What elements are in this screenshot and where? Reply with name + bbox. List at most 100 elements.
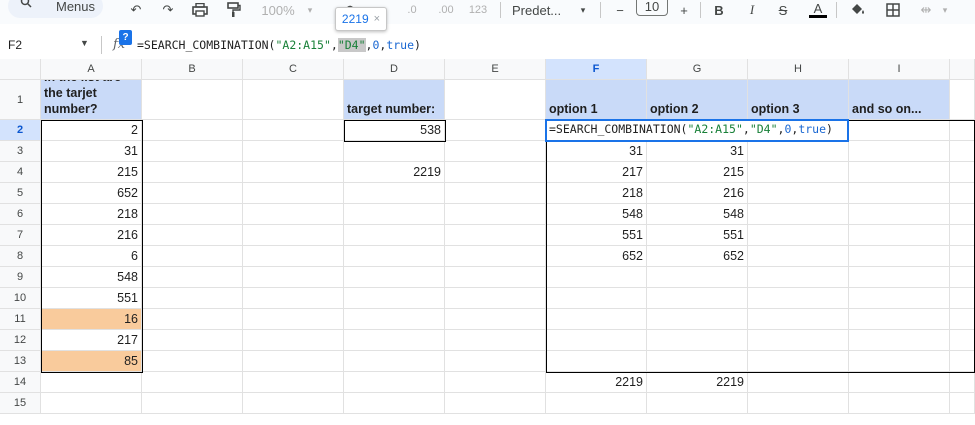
cell-c8[interactable] <box>243 246 344 267</box>
cell-d9[interactable] <box>344 267 445 288</box>
cell-e4[interactable] <box>445 162 546 183</box>
cell-i11[interactable] <box>849 309 950 330</box>
cell-overflow[interactable] <box>950 267 975 288</box>
cell-overflow[interactable] <box>950 288 975 309</box>
cell-b13[interactable] <box>142 351 243 372</box>
cell-overflow[interactable] <box>950 309 975 330</box>
cell-f10[interactable] <box>546 288 647 309</box>
row-header-8[interactable]: 8 <box>0 246 41 267</box>
row-header-9[interactable]: 9 <box>0 267 41 288</box>
cell-c7[interactable] <box>243 225 344 246</box>
merge-cells-icon[interactable]: ⇹ <box>916 0 936 20</box>
cell-c4[interactable] <box>243 162 344 183</box>
cell-a10[interactable]: 551 <box>41 288 142 309</box>
column-header-f[interactable]: F <box>546 59 647 80</box>
cell-i3[interactable] <box>849 141 950 162</box>
cell-f1[interactable]: option 1 <box>546 80 647 120</box>
cell-b10[interactable] <box>142 288 243 309</box>
cell-h7[interactable] <box>748 225 849 246</box>
increase-decimal-icon[interactable]: .00 <box>433 0 459 20</box>
cell-h6[interactable] <box>748 204 849 225</box>
font-size-input[interactable]: 10 <box>636 0 668 16</box>
cell-i6[interactable] <box>849 204 950 225</box>
close-icon[interactable]: × <box>374 13 380 25</box>
italic-icon[interactable]: I <box>745 0 759 20</box>
column-header-c[interactable]: C <box>243 59 344 80</box>
cell-c1[interactable] <box>243 80 344 120</box>
cell-d10[interactable] <box>344 288 445 309</box>
borders-icon[interactable] <box>884 0 902 20</box>
cell-g8[interactable]: 652 <box>647 246 748 267</box>
cell-b2[interactable] <box>142 120 243 141</box>
cell-d8[interactable] <box>344 246 445 267</box>
row-header-3[interactable]: 3 <box>0 141 41 162</box>
row-header-2[interactable]: 2 <box>0 120 41 141</box>
cell-i5[interactable] <box>849 183 950 204</box>
cell-overflow[interactable] <box>950 183 975 204</box>
cell-a2[interactable]: 2 <box>41 120 142 141</box>
cell-a9[interactable]: 548 <box>41 267 142 288</box>
cell-g12[interactable] <box>647 330 748 351</box>
cell-g9[interactable] <box>647 267 748 288</box>
cell-overflow[interactable] <box>950 141 975 162</box>
cell-i1[interactable]: and so on... <box>849 80 950 120</box>
cell-g13[interactable] <box>647 351 748 372</box>
column-header-i[interactable]: I <box>849 59 950 80</box>
cell-overflow[interactable] <box>950 330 975 351</box>
formula-input[interactable]: =SEARCH_COMBINATION("A2:A15","D4",0,true… <box>137 38 421 52</box>
cell-e15[interactable] <box>445 393 546 414</box>
cell-f3[interactable]: 31 <box>546 141 647 162</box>
cell-h9[interactable] <box>748 267 849 288</box>
cell-c2[interactable] <box>243 120 344 141</box>
cell-g7[interactable]: 551 <box>647 225 748 246</box>
cell-f13[interactable] <box>546 351 647 372</box>
cell-b11[interactable] <box>142 309 243 330</box>
cell-f9[interactable] <box>546 267 647 288</box>
cell-h8[interactable] <box>748 246 849 267</box>
cell-e8[interactable] <box>445 246 546 267</box>
cell-c13[interactable] <box>243 351 344 372</box>
cell-d4[interactable]: 2219 <box>344 162 445 183</box>
cell-f5[interactable]: 218 <box>546 183 647 204</box>
cell-c5[interactable] <box>243 183 344 204</box>
name-box[interactable]: F2 <box>8 38 22 52</box>
row-header-1[interactable]: 1 <box>0 80 41 120</box>
cell-i15[interactable] <box>849 393 950 414</box>
cell-h10[interactable] <box>748 288 849 309</box>
cell-c6[interactable] <box>243 204 344 225</box>
cell-e12[interactable] <box>445 330 546 351</box>
text-color-icon[interactable]: A <box>808 0 828 20</box>
cell-h11[interactable] <box>748 309 849 330</box>
cell-overflow[interactable] <box>950 80 975 120</box>
cell-i13[interactable] <box>849 351 950 372</box>
cell-e11[interactable] <box>445 309 546 330</box>
cell-a7[interactable]: 216 <box>41 225 142 246</box>
cell-e3[interactable] <box>445 141 546 162</box>
cell-a1[interactable]: the sum of wich numbers in the list are … <box>41 80 142 120</box>
cell-e6[interactable] <box>445 204 546 225</box>
cell-overflow[interactable] <box>950 204 975 225</box>
cell-f8[interactable]: 652 <box>546 246 647 267</box>
cell-overflow[interactable] <box>950 120 975 141</box>
cell-f4[interactable]: 217 <box>546 162 647 183</box>
number-format-button[interactable]: 123 <box>466 0 490 20</box>
cell-f15[interactable] <box>546 393 647 414</box>
cell-e2[interactable] <box>445 120 546 141</box>
cell-d2[interactable]: 538 <box>344 120 445 141</box>
cell-f7[interactable]: 551 <box>546 225 647 246</box>
zoom-dropdown-icon[interactable]: ▾ <box>305 0 315 20</box>
cell-b6[interactable] <box>142 204 243 225</box>
cell-i2[interactable] <box>849 120 950 141</box>
column-header-a[interactable]: A <box>41 59 142 80</box>
cell-overflow[interactable] <box>950 162 975 183</box>
cell-a8[interactable]: 6 <box>41 246 142 267</box>
cell-a13[interactable]: 85 <box>41 351 142 372</box>
cell-d11[interactable] <box>344 309 445 330</box>
cell-a3[interactable]: 31 <box>41 141 142 162</box>
cell-a15[interactable] <box>41 393 142 414</box>
cell-h14[interactable] <box>748 372 849 393</box>
cell-overflow[interactable] <box>950 246 975 267</box>
name-box-dropdown-icon[interactable]: ▼ <box>80 38 89 48</box>
row-header-10[interactable]: 10 <box>0 288 41 309</box>
cell-d3[interactable] <box>344 141 445 162</box>
